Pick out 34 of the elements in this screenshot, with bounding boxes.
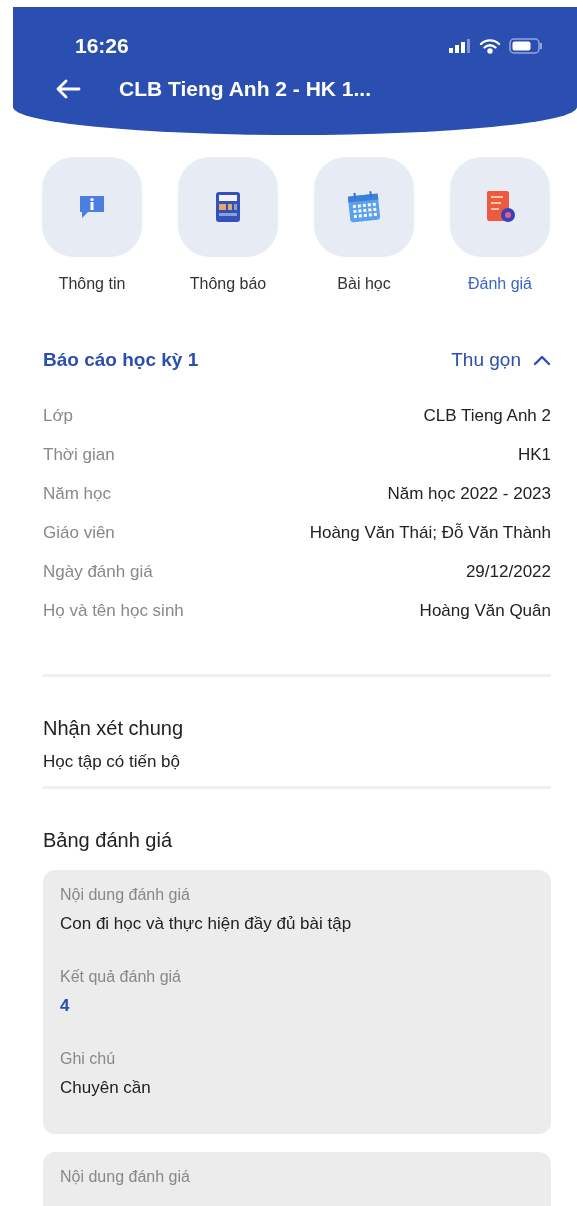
section-heading: Bảng đánh giá [43, 829, 173, 852]
score-value: 4 [60, 996, 71, 1016]
report-title: Báo cáo học kỳ 1 [43, 349, 199, 371]
field-label: Ngày đánh giá [43, 561, 153, 583]
section-heading: Nhận xét chung [43, 717, 185, 740]
field-value: CLB Tieng Anh 2 [423, 405, 551, 427]
field-label: Giáo viên [43, 522, 115, 544]
chevron-icon [533, 354, 551, 366]
item-label: Nội dung đánh giá [60, 886, 191, 904]
field-value: Năm học 2022 - 2023 [387, 483, 551, 505]
calculator-icon [215, 191, 241, 223]
collapse-toggle[interactable]: Thu gọn [451, 349, 551, 371]
item-value: Chuyên cần [60, 1078, 152, 1098]
back-button[interactable] [55, 79, 81, 99]
signal-icon [449, 39, 471, 53]
calendar-icon [346, 190, 382, 224]
field-label: Họ và tên học sinh [43, 600, 184, 622]
report-icon [484, 190, 516, 224]
field-value: HK1 [517, 444, 551, 466]
status-time: 16:26 [75, 34, 129, 58]
field-value: Hoàng Văn Quân [419, 600, 551, 622]
comment-text: Học tập có tiến bộ [43, 752, 182, 772]
field-value: Hoàng Văn Thái; Đỗ Văn Thành [309, 522, 551, 544]
field-label: Lớp [43, 405, 74, 427]
item-label: Kết quả đánh giá [60, 968, 182, 986]
page-title: CLB Tieng Anh 2 - HK 1... [119, 77, 371, 101]
wifi-icon [479, 38, 501, 54]
item-value: Con đi học và thực hiện đầy đủ bài tập [60, 914, 353, 934]
item-label: Nội dung đánh giá [60, 1168, 191, 1186]
field-label: Thời gian [43, 444, 115, 466]
item-label: Ghi chú [60, 1050, 117, 1068]
field-value: 29/12/2022 [465, 561, 551, 583]
field-label: Năm học [43, 483, 112, 505]
battery-icon [509, 38, 543, 54]
